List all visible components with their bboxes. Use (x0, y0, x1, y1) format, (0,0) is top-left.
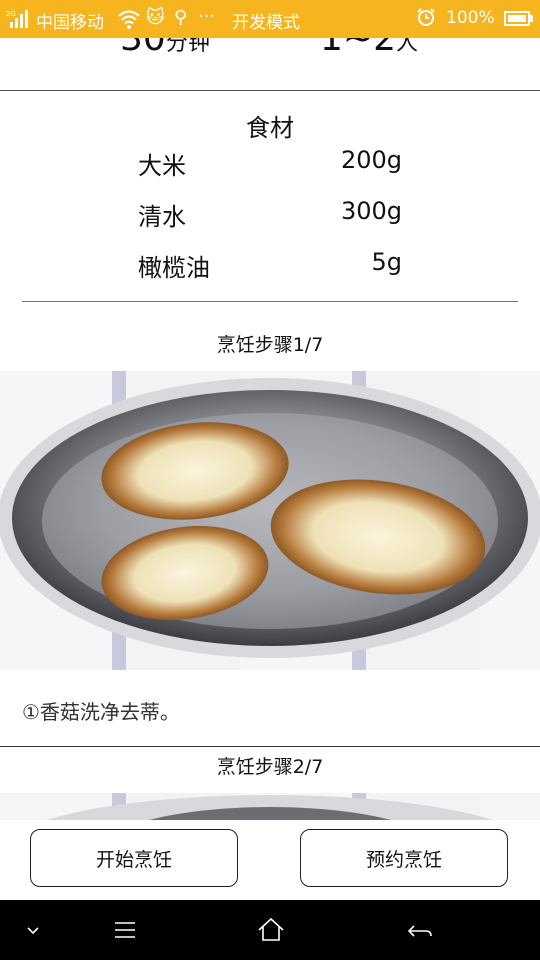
back-icon[interactable] (390, 900, 450, 960)
ingredient-name: 橄榄油 (138, 254, 210, 282)
start-cooking-button[interactable]: 开始烹饪 (30, 829, 238, 887)
status-bar: 2G 中国移动 🐱 ⚲ ··· 开发模式 100% (0, 0, 540, 38)
system-nav-bar (0, 900, 540, 960)
network-type: 2G (6, 10, 16, 18)
home-icon[interactable] (241, 900, 301, 960)
step-image (46, 795, 494, 820)
ingredients-title: 食材 (246, 114, 294, 142)
alarm-icon (417, 8, 435, 26)
ingredient-amount: 5g (371, 248, 402, 276)
carrier-name: 中国移动 (36, 13, 104, 33)
servings-value: 1~2 (320, 38, 396, 59)
chevron-down-icon[interactable] (6, 900, 66, 960)
recipe-summary: 30分钟 1~2人 (0, 38, 540, 90)
divider (0, 746, 540, 747)
schedule-cooking-button[interactable]: 预约烹饪 (300, 829, 508, 887)
servings-unit: 人 (395, 38, 418, 56)
battery-percentage: 100% (446, 8, 495, 28)
step-title: 烹饪步骤2/7 (216, 756, 324, 778)
usb-icon: ⚲ (174, 7, 188, 28)
ingredient-amount: 300g (340, 197, 402, 225)
servings: 1~2人 (320, 38, 418, 59)
ingredient-row: 大米 200g (0, 146, 540, 180)
ingredient-amount: 200g (340, 146, 402, 174)
step-photo[interactable] (0, 371, 540, 670)
divider (0, 90, 540, 91)
step-photo[interactable] (0, 793, 540, 820)
cat-icon: 🐱 (146, 7, 165, 28)
battery-tip (530, 15, 533, 22)
ingredient-row: 清水 300g (0, 197, 540, 231)
ingredient-name: 清水 (138, 203, 186, 231)
signal-icon: 2G (6, 10, 28, 28)
cook-time-value: 30 (120, 38, 166, 59)
action-bar: 开始烹饪 预约烹饪 (0, 820, 540, 900)
cook-time: 30分钟 (120, 38, 210, 59)
mushroom-bowl-image (0, 378, 540, 658)
battery-icon (504, 11, 530, 26)
menu-icon[interactable] (95, 900, 155, 960)
more-notifications-icon: ··· (198, 6, 216, 27)
developer-mode-label: 开发模式 (232, 13, 300, 33)
divider (22, 301, 518, 302)
wifi-icon (118, 10, 140, 29)
ingredient-name: 大米 (138, 152, 186, 180)
step-title: 烹饪步骤1/7 (216, 334, 324, 356)
ingredient-row: 橄榄油 5g (0, 248, 540, 282)
step-description: ①香菇洗净去蒂。 (22, 700, 180, 724)
cook-time-unit: 分钟 (165, 38, 210, 56)
